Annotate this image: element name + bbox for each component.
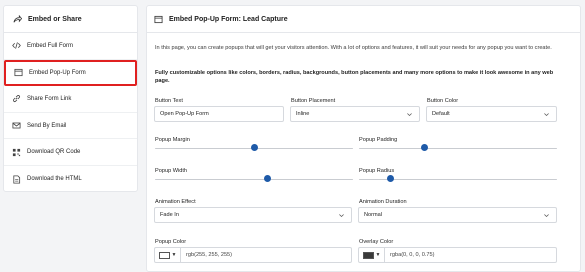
panel-header: Embed Pop-Up Form: Lead Capture [147,6,580,33]
sidebar-item-download-html[interactable]: Download the HTML [4,166,137,193]
overlay-color-value[interactable]: rgba(0, 0, 0, 0.75) [385,252,434,258]
chevron-down-icon [543,111,550,118]
caret-down-icon: ▼ [171,252,177,258]
animation-effect-value: Fade In [160,212,179,218]
overlay-color-field[interactable]: ▼ rgba(0, 0, 0, 0.75) [358,247,557,263]
sidebar-item-label: Send By Email [27,122,67,129]
popup-padding-slider[interactable] [359,144,557,152]
popup-margin-slider[interactable] [155,144,353,152]
popup-settings-panel: Embed Pop-Up Form: Lead Capture In this … [146,5,581,272]
description-text: In this page, you can create popups that… [155,45,552,51]
color-picker-button[interactable]: ▼ [155,248,181,262]
file-icon [12,175,21,184]
sidebar-item-send-by-email[interactable]: Send By Email [4,113,137,140]
embed-share-sidebar: Embed or Share Embed Full Form Embed Pop… [3,5,138,192]
slider-track [155,178,353,180]
animation-duration-label: Animation Duration [359,199,407,205]
popup-width-label: Popup Width [155,168,188,174]
chevron-down-icon [406,111,413,118]
slider-thumb[interactable] [250,144,258,151]
animation-duration-select[interactable]: Normal [358,207,557,223]
slider-thumb[interactable] [420,144,428,151]
slider-track [359,147,557,149]
popup-margin-label: Popup Margin [155,137,190,143]
slider-thumb[interactable] [387,175,395,182]
animation-duration-value: Normal [364,212,383,218]
slider-thumb[interactable] [264,175,272,182]
button-color-select[interactable]: Default [426,106,557,122]
popup-color-value[interactable]: rgb(255, 255, 255) [181,252,232,258]
sidebar-item-label: Embed Full Form [27,42,74,49]
sidebar-item-embed-popup-form[interactable]: Embed Pop-Up Form [4,59,137,87]
sidebar-item-label: Share Form Link [27,95,72,102]
page-title: Embed Pop-Up Form: Lead Capture [169,15,288,23]
button-color-value: Default [432,111,450,117]
sidebar-item-embed-full-form[interactable]: Embed Full Form [4,33,137,60]
chevron-down-icon [338,212,345,219]
sidebar-item-label: Embed Pop-Up Form [29,69,86,76]
popup-window-icon [14,68,23,77]
share-icon [13,14,22,24]
code-icon [12,41,21,50]
popup-radius-slider[interactable] [359,175,557,183]
chevron-down-icon [543,212,550,219]
popup-padding-label: Popup Padding [359,137,398,143]
popup-radius-label: Popup Radius [359,168,395,174]
sidebar-item-download-qr-code[interactable]: Download QR Code [4,139,137,166]
button-text-input[interactable]: Open Pop-Up Form [154,106,284,122]
sidebar-item-share-form-link[interactable]: Share Form Link [4,86,137,113]
sidebar-item-label: Download QR Code [27,149,81,156]
button-placement-label: Button Placement [291,98,336,104]
button-text-label: Button Text [155,98,183,104]
popup-color-label: Popup Color [155,239,187,245]
color-picker-button[interactable]: ▼ [359,248,385,262]
popup-window-icon [154,15,163,24]
animation-effect-label: Animation Effect [155,199,196,205]
animation-effect-select[interactable]: Fade In [154,207,352,223]
button-color-label: Button Color [427,98,459,104]
qr-code-icon [12,148,21,157]
popup-color-swatch [158,251,170,259]
button-placement-select[interactable]: Inline [290,106,420,122]
popup-color-field[interactable]: ▼ rgb(255, 255, 255) [154,247,352,263]
sidebar-title: Embed or Share [28,15,82,23]
sidebar-header: Embed or Share [4,6,137,33]
overlay-color-label: Overlay Color [359,239,394,245]
overlay-color-swatch [362,251,374,259]
link-icon [12,94,21,103]
envelope-icon [12,121,21,130]
sidebar-item-label: Download the HTML [27,176,82,183]
button-placement-value: Inline [296,111,310,117]
popup-width-slider[interactable] [155,175,353,183]
caret-down-icon: ▼ [375,252,381,258]
highlight-text: Fully customizable options like colors, … [155,70,554,85]
